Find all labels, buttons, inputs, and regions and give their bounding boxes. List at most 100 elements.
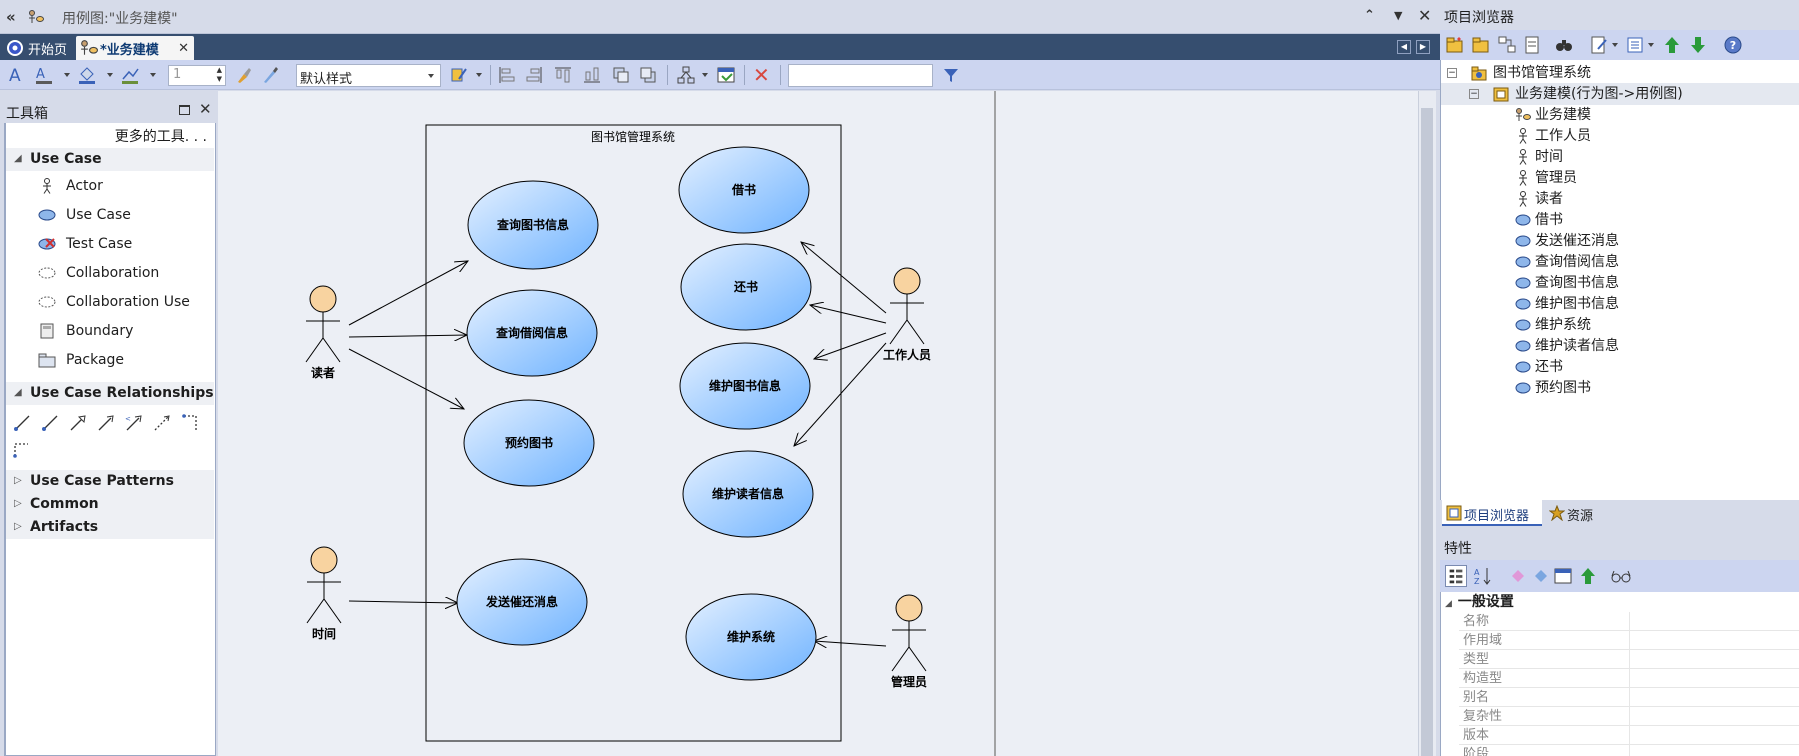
connector-time-send-reminder[interactable] xyxy=(348,601,458,603)
tool-actor[interactable]: Actor xyxy=(6,174,214,198)
tool-collaboration-use[interactable]: Collaboration Use xyxy=(6,290,214,314)
extend-icon[interactable]: < xyxy=(124,413,144,433)
close-tab-icon[interactable]: ✕ xyxy=(178,41,189,56)
double-chevron-up-icon[interactable]: ⌃ xyxy=(1364,8,1375,23)
property-value[interactable] xyxy=(1629,631,1799,650)
close-icon[interactable]: ✕ xyxy=(199,100,212,118)
usecase-return-book[interactable]: 还书 xyxy=(680,243,812,331)
new-package-icon[interactable] xyxy=(1471,35,1491,55)
font-color-icon[interactable]: A xyxy=(34,65,54,85)
categorized-view-icon[interactable] xyxy=(1445,565,1467,587)
usecase-maintain-reader-info[interactable]: 维护读者信息 xyxy=(682,450,814,538)
collapse-icon[interactable]: − xyxy=(1447,68,1457,78)
section-use-case-patterns[interactable]: ▷ Use Case Patterns xyxy=(6,470,214,493)
align-left-icon[interactable] xyxy=(497,65,517,85)
dropdown-arrow-icon[interactable]: ▼ xyxy=(1394,9,1402,22)
connector-reader-reserve[interactable] xyxy=(348,348,464,409)
find-binoculars-icon[interactable] xyxy=(1554,35,1574,55)
usecase-maintain-system[interactable]: 维护系统 xyxy=(685,593,817,681)
connector-reader-query-borrow[interactable] xyxy=(348,335,467,337)
scrollbar-thumb[interactable] xyxy=(1421,108,1433,756)
connector-admin-maintain-system[interactable] xyxy=(814,641,887,646)
diagram-properties-icon[interactable] xyxy=(716,65,736,85)
property-value[interactable] xyxy=(1629,669,1799,688)
move-down-arrow-icon[interactable] xyxy=(1688,35,1708,55)
property-value[interactable] xyxy=(1629,707,1799,726)
property-value[interactable] xyxy=(1629,688,1799,707)
dropdown-arrow-icon[interactable] xyxy=(64,73,70,77)
usecase-maintain-book-info[interactable]: 维护图书信息 xyxy=(679,342,811,430)
section-use-case-relationships[interactable]: ◢ Use Case Relationships xyxy=(6,382,214,405)
tool-collaboration[interactable]: Collaboration xyxy=(6,261,214,285)
align-bottom-icon[interactable] xyxy=(582,65,602,85)
tool-test-case[interactable]: Test Case xyxy=(6,232,214,256)
align-right-icon[interactable] xyxy=(524,65,544,85)
tool-use-case[interactable]: Use Case xyxy=(6,203,214,227)
double-chevron-left-icon[interactable]: « xyxy=(6,8,16,26)
new-diagram-icon[interactable] xyxy=(1497,35,1517,55)
property-row[interactable]: 类型 xyxy=(1459,650,1799,669)
help-icon[interactable]: ? xyxy=(1723,35,1743,55)
bring-to-front-icon[interactable] xyxy=(611,65,631,85)
dropdown-arrow-icon[interactable] xyxy=(150,73,156,77)
tool-package[interactable]: Package xyxy=(6,348,214,372)
send-to-back-icon[interactable] xyxy=(638,65,658,85)
dropdown-arrow-icon[interactable] xyxy=(476,73,482,77)
layout-diagram-icon[interactable] xyxy=(676,65,696,85)
stepper-up-icon[interactable]: ▲ xyxy=(217,66,222,74)
property-group-general[interactable]: ◢ 一般设置 xyxy=(1445,592,1799,612)
properties-dialog-icon[interactable] xyxy=(1553,566,1573,586)
section-use-case[interactable]: ◢ Use Case xyxy=(6,148,214,171)
tab-business-modeling[interactable]: *业务建模 ✕ xyxy=(76,36,194,60)
tab-scroll-right-icon[interactable]: ▶ xyxy=(1416,40,1430,54)
style-select[interactable]: 默认样式 xyxy=(296,64,441,87)
fill-color-icon[interactable] xyxy=(77,65,97,85)
tab-start-page[interactable]: 开始页 xyxy=(2,36,72,60)
new-element-icon[interactable] xyxy=(1522,35,1542,55)
property-row[interactable]: 版本 xyxy=(1459,726,1799,745)
edit-properties-icon[interactable] xyxy=(1589,35,1609,55)
association-line-icon[interactable] xyxy=(40,413,60,433)
stepper-down-icon[interactable]: ▼ xyxy=(217,75,222,83)
usecase-query-borrow-info[interactable]: 查询借阅信息 xyxy=(466,289,598,377)
font-icon[interactable]: A xyxy=(6,65,26,85)
diagram-canvas[interactable]: 图书馆管理系统 查询图书信息 查询借阅信息 预约图书 发送催还消息 借书 还书 … xyxy=(218,91,1418,756)
dropdown-arrow-icon[interactable] xyxy=(702,73,708,77)
connector-staff-return[interactable] xyxy=(810,305,887,324)
section-common[interactable]: ▷ Common xyxy=(6,493,214,516)
move-up-arrow-icon[interactable] xyxy=(1662,35,1682,55)
sort-alphabetical-icon[interactable]: AZ xyxy=(1472,565,1494,587)
apply-style-icon[interactable] xyxy=(449,65,469,85)
actor-staff[interactable]: 工作人员 xyxy=(883,267,931,362)
generalization-icon[interactable] xyxy=(68,413,88,433)
tree-node-package[interactable]: − 业务建模(行为图->用例图) xyxy=(1441,83,1799,105)
paint-brush-icon[interactable] xyxy=(233,65,253,85)
tab-project-browser[interactable]: 项目浏览器 xyxy=(1442,500,1542,526)
dropdown-arrow-icon[interactable] xyxy=(1612,43,1618,47)
line-width-stepper[interactable]: 1 ▲ ▼ xyxy=(168,65,226,86)
property-row[interactable]: 阶段 xyxy=(1459,745,1799,756)
include-icon[interactable] xyxy=(96,413,116,433)
move-up-arrow-icon[interactable] xyxy=(1578,566,1598,586)
more-tools-link[interactable]: 更多的工具. . . xyxy=(115,126,207,146)
maximize-icon[interactable] xyxy=(179,105,190,115)
format-painter-icon[interactable] xyxy=(260,65,280,85)
property-value[interactable] xyxy=(1629,650,1799,669)
realization-icon[interactable] xyxy=(180,413,200,433)
actor-admin[interactable]: 管理员 xyxy=(891,594,927,689)
collapse-icon[interactable]: − xyxy=(1469,89,1479,99)
usecase-reserve-book[interactable]: 预约图书 xyxy=(463,399,595,487)
delete-icon[interactable]: ✕ xyxy=(753,63,770,87)
association-icon[interactable] xyxy=(12,413,32,433)
property-row[interactable]: 作用域 xyxy=(1459,631,1799,650)
edit-tagged-value-icon[interactable] xyxy=(1533,568,1549,584)
actor-time[interactable]: 时间 xyxy=(306,546,342,641)
dependency-icon[interactable] xyxy=(152,413,172,433)
actor-reader[interactable]: 读者 xyxy=(305,285,341,380)
usecase-query-book-info[interactable]: 查询图书信息 xyxy=(467,180,599,270)
property-value[interactable] xyxy=(1629,726,1799,745)
tool-boundary[interactable]: Boundary xyxy=(6,319,214,343)
property-row[interactable]: 名称 xyxy=(1459,612,1799,631)
filter-icon[interactable] xyxy=(941,65,961,85)
trace-icon[interactable] xyxy=(12,439,32,459)
